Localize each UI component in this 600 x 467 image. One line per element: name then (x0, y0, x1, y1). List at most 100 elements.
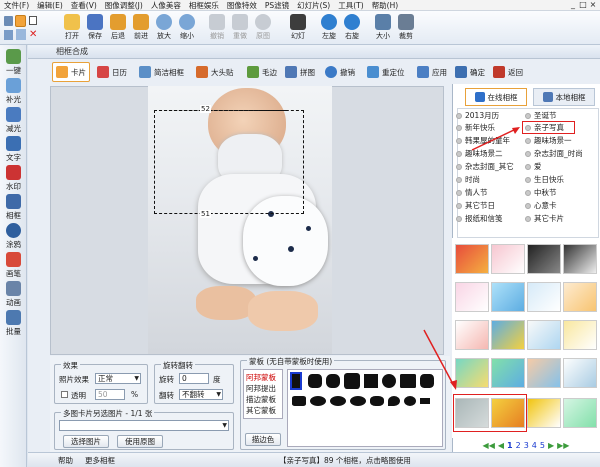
menu-help[interactable]: 帮助(H) (368, 0, 403, 11)
mask-shape[interactable] (292, 396, 306, 406)
mask-shape[interactable] (350, 396, 366, 406)
sidebar-item-batch[interactable]: 批量 (1, 310, 26, 340)
mask-shape[interactable] (344, 373, 360, 389)
frame-thumbnail[interactable] (563, 282, 597, 312)
confirm-button[interactable]: 确定 (452, 62, 488, 82)
mask-item-a[interactable]: 阿邦蒙板 (246, 372, 276, 383)
zoom-out-button[interactable]: 缩小 (176, 13, 198, 44)
list-view-icon[interactable] (4, 30, 13, 40)
sidebar-item-reduce-light[interactable]: 减光 (1, 107, 26, 137)
sidebar-item-brush[interactable]: 画笔 (1, 252, 26, 282)
maximize-button[interactable]: □ (578, 0, 588, 9)
mask-item-d[interactable]: 其它蒙板 (246, 405, 276, 416)
rotate-left-button[interactable]: 左旋 (318, 13, 340, 44)
menu-edit[interactable]: 编辑(E) (33, 0, 67, 11)
reposition-button[interactable]: 重定位 (364, 62, 408, 82)
more-frames-link[interactable]: 更多相框 (79, 455, 121, 466)
pager-page-1[interactable]: 1 (507, 441, 513, 450)
photo-effect-select[interactable]: 正常 ▼ (95, 373, 141, 384)
transparent-value-input[interactable]: 50 (95, 389, 125, 400)
slideshow-button[interactable]: 幻灯 (287, 13, 309, 44)
back-button[interactable]: 后退 (107, 13, 129, 44)
select-image-button[interactable]: 选择图片 (63, 435, 109, 448)
grid-view-icon[interactable] (4, 16, 13, 26)
original-button[interactable]: 原图 (252, 13, 274, 44)
menu-frames[interactable]: 相框娱乐 (185, 0, 223, 11)
flip-select[interactable]: 不翻转 ▼ (179, 389, 223, 400)
select-tool-icon[interactable] (29, 16, 37, 25)
resize-button[interactable]: 大小 (372, 13, 394, 44)
pager-first[interactable]: ◀◀ (483, 441, 495, 450)
menu-ps-filter[interactable]: PS滤镜 (261, 0, 293, 11)
tab-local-frames[interactable]: 本地相框 (533, 88, 595, 106)
sidebar-item-one-click[interactable]: 一键 (1, 49, 26, 79)
info-icon[interactable] (16, 29, 26, 40)
frame-thumbnail[interactable] (563, 320, 597, 350)
help-link[interactable]: 帮助 (28, 455, 79, 466)
menu-slideshow[interactable]: 幻灯片(S) (293, 0, 334, 11)
stroke-color-button[interactable]: 描边色 (245, 433, 281, 446)
pager-page-5[interactable]: 5 (540, 441, 545, 450)
close-x-icon[interactable]: ✕ (29, 29, 37, 40)
tab-calendar[interactable]: 日历 (94, 62, 130, 82)
mask-shape[interactable] (326, 374, 340, 388)
menu-beauty[interactable]: 人像美容 (147, 0, 185, 11)
tab-card[interactable]: 卡片 (52, 62, 90, 82)
menu-image-adjust[interactable]: 图像调整(J) (101, 0, 147, 11)
mask-shape[interactable] (330, 396, 346, 406)
tab-simple-frame[interactable]: 简洁相框 (136, 62, 187, 82)
tab-collage[interactable]: 拼图 (282, 62, 318, 82)
mask-shape[interactable] (310, 396, 326, 406)
menu-file[interactable]: 文件(F) (0, 0, 33, 11)
save-button[interactable]: 保存 (84, 13, 106, 44)
crop-button[interactable]: 裁剪 (395, 13, 417, 44)
mask-item-b[interactable]: 阿邦提出 (246, 383, 276, 394)
baby-photo[interactable]: 52 51 (148, 86, 332, 354)
minimize-button[interactable]: _ (568, 0, 578, 9)
mask-shape-selected[interactable] (290, 372, 302, 390)
return-button[interactable]: 返回 (490, 62, 526, 82)
menu-effects[interactable]: 图像特效 (223, 0, 261, 11)
tab-photo-sticker[interactable]: 大头贴 (193, 62, 237, 82)
pager-prev[interactable]: ◀ (498, 441, 504, 450)
frame-thumbnail[interactable] (563, 398, 597, 428)
chevron-down-icon: ▼ (222, 422, 227, 429)
mask-shape[interactable] (308, 374, 322, 388)
sidebar-item-watermark[interactable]: 水印 (1, 165, 26, 195)
transparent-checkbox[interactable] (61, 391, 68, 398)
chevron-down-icon: ▼ (134, 375, 139, 382)
rotate-right-button[interactable]: 右旋 (341, 13, 363, 44)
tab-rough-edge[interactable]: 毛边 (244, 62, 280, 82)
sidebar-item-fill-light[interactable]: 补光 (1, 78, 26, 108)
menu-view[interactable]: 查看(V) (67, 0, 101, 11)
sidebar-item-animation[interactable]: 动画 (1, 281, 26, 311)
forward-button[interactable]: 前进 (130, 13, 152, 44)
zoom-in-button[interactable]: 放大 (153, 13, 175, 44)
crop-selection-box[interactable] (154, 110, 304, 214)
rotate-input[interactable]: 0 (179, 373, 209, 384)
menu-tools[interactable]: 工具(T) (334, 0, 367, 11)
pager-last[interactable]: ▶▶ (557, 441, 569, 450)
open-button[interactable]: 打开 (61, 13, 83, 44)
sidebar-item-doodle[interactable]: 涂鸦 (1, 223, 26, 253)
mask-item-c[interactable]: 描边蒙板 (246, 394, 276, 405)
frame-thumbnail[interactable] (563, 358, 597, 388)
pager-page-3[interactable]: 3 (524, 441, 529, 450)
use-original-button[interactable]: 使用原图 (117, 435, 163, 448)
hand-tool-icon[interactable] (15, 15, 26, 27)
pager-next[interactable]: ▶ (548, 441, 554, 450)
sidebar-item-text[interactable]: 文字 (1, 136, 26, 166)
pager-page-2[interactable]: 2 (516, 441, 521, 450)
close-button[interactable]: × (588, 0, 598, 9)
frame-thumbnail[interactable] (563, 244, 597, 274)
undo-button[interactable]: 撤销 (206, 13, 228, 44)
redo-button[interactable]: 重做 (229, 13, 251, 44)
pager-page-4[interactable]: 4 (532, 441, 537, 450)
sidebar-item-frame[interactable]: 相框 (1, 194, 26, 224)
tab-online-frames[interactable]: 在线相框 (465, 88, 527, 106)
mask-shape[interactable] (364, 374, 378, 388)
undo-tab-button[interactable]: 撤销 (322, 62, 358, 82)
image-list-select[interactable]: ▼ (59, 420, 229, 431)
apply-button[interactable]: 应用 (414, 62, 450, 82)
frame-thumbnail[interactable] (527, 398, 561, 428)
